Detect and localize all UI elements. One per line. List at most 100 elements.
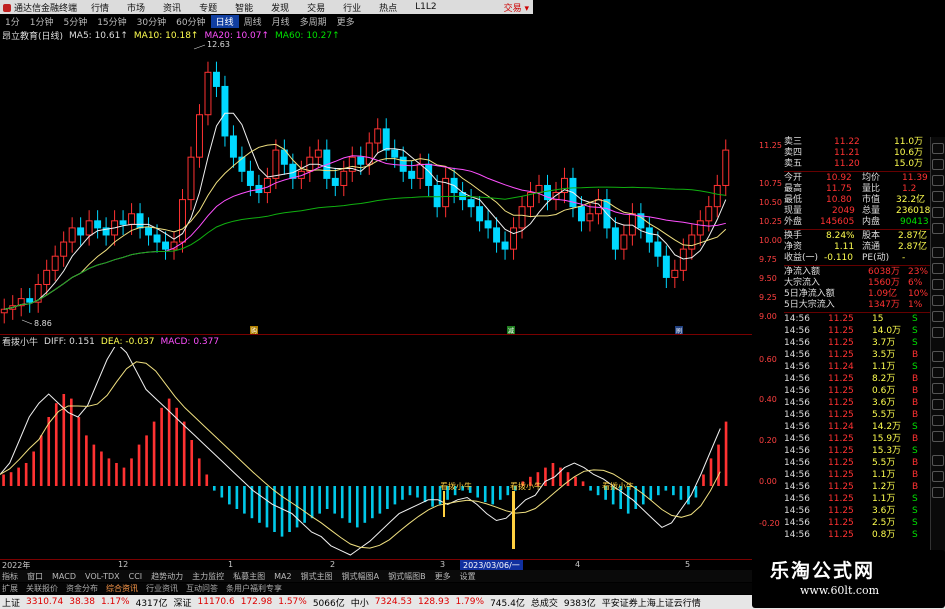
menu-item-market[interactable]: 市场 (118, 1, 154, 14)
macd-bar (363, 486, 367, 523)
candle-body (713, 184, 721, 208)
toolbar-icon[interactable] (932, 159, 944, 170)
toolbar-icon[interactable] (932, 327, 944, 338)
menu-item-industry[interactable]: 行业 (334, 1, 370, 14)
toolbar-icon[interactable] (932, 143, 944, 154)
indicator-tab[interactable]: 设置 (460, 571, 476, 582)
toolbar-icon[interactable] (932, 175, 944, 186)
macd-bar (401, 486, 404, 500)
menu-item-l1l2[interactable]: L1L2 (406, 2, 445, 12)
candle-body (662, 255, 670, 278)
macd-bar (130, 458, 133, 486)
macd-chart[interactable]: 看拨小牛 看拨小牛 看拨小牛 (0, 347, 752, 558)
candle-body (212, 71, 220, 87)
info-tab[interactable]: 互动问答 (186, 583, 218, 594)
stock-terminal-window: { "menubar":{"title":"通达信金融终端","items":[… (0, 0, 945, 609)
macd-bar (2, 474, 5, 486)
indicator-tab[interactable]: 更多 (435, 571, 451, 582)
indicator-tab[interactable]: CCI (129, 572, 143, 581)
toolbar-icon[interactable] (932, 367, 944, 378)
svg-text:刷: 刷 (676, 327, 682, 334)
period-tab-more[interactable]: 更多 (332, 15, 360, 28)
candle-body (433, 184, 441, 208)
indicator-tab[interactable]: VOL-TDX (85, 572, 120, 581)
indicator-tab[interactable]: 主力监控 (192, 571, 224, 582)
candle-body (679, 248, 687, 271)
menu-item-smart[interactable]: 智能 (226, 1, 262, 14)
indicator-tab[interactable]: 钢式幅图B (388, 571, 426, 582)
low-price-mark: 8.86 (34, 319, 52, 328)
info-tab[interactable]: 关联报价 (26, 583, 58, 594)
toolbar-icon[interactable] (932, 223, 944, 234)
menu-item-topic[interactable]: 专题 (190, 1, 226, 14)
orderbook-row: 卖三 11.22 11.0万 (784, 137, 924, 147)
indicator-tab[interactable]: 钢式幅图A (342, 571, 379, 582)
indicator-tab[interactable]: MACD (52, 572, 76, 581)
period-tab[interactable]: 60分钟 (171, 15, 210, 28)
macd-bar (303, 486, 306, 523)
candle-body (408, 170, 416, 179)
toolbar-icon[interactable] (932, 311, 944, 322)
period-tab[interactable]: 5分钟 (58, 15, 92, 28)
macd-bar (182, 421, 186, 486)
toolbar-icon[interactable] (932, 263, 944, 274)
macd-bar (506, 486, 510, 496)
menu-item-news[interactable]: 资讯 (154, 1, 190, 14)
info-tab-active[interactable]: 综合资讯 (106, 583, 138, 594)
pane-separator (0, 334, 752, 335)
period-tab[interactable]: 多周期 (295, 15, 332, 28)
period-tab[interactable]: 1分钟 (25, 15, 59, 28)
candle-body (153, 234, 161, 243)
trade-dropdown-button[interactable]: 交易 ▾ (504, 1, 533, 14)
toolbar-icon[interactable] (932, 295, 944, 306)
period-tab[interactable]: 周线 (239, 15, 267, 28)
period-tab[interactable]: 30分钟 (132, 15, 171, 28)
indicator-tab[interactable]: 钢式主图 (301, 571, 333, 582)
ma5-label: MA5: 10.61↑ (69, 30, 128, 41)
candle-body (357, 156, 365, 165)
toolbar-icon[interactable] (932, 207, 944, 218)
toolbar-icon[interactable] (932, 383, 944, 394)
toolbar-icon[interactable] (932, 455, 944, 466)
info-tab[interactable]: 行业资讯 (146, 583, 178, 594)
candle-body (696, 220, 704, 236)
macd-bar (265, 486, 269, 528)
menu-item-trade[interactable]: 交易 (298, 1, 334, 14)
toolbar-icon[interactable] (932, 399, 944, 410)
info-tab[interactable]: 扩展 (2, 583, 18, 594)
indicator-tab[interactable]: 趋势动力 (151, 571, 183, 582)
orderbook-row: 卖四 11.21 10.6万 (784, 148, 924, 158)
candle-body (645, 227, 653, 243)
macd-bar (32, 451, 35, 486)
macd-bar (566, 472, 570, 486)
indicator-tab[interactable]: 窗口 (27, 571, 43, 582)
ma20-label: MA20: 10.07↑ (204, 30, 270, 41)
period-tab[interactable]: 15分钟 (92, 15, 131, 28)
period-tab[interactable]: 1分 (0, 15, 25, 28)
toolbar-icon[interactable] (932, 351, 944, 362)
toolbar-icon[interactable] (932, 487, 944, 498)
menu-item-quote[interactable]: 行情 (82, 1, 118, 14)
candlestick-chart[interactable]: 12.63 8.86 购 减 刷 (0, 41, 752, 334)
toolbar-icon[interactable] (932, 279, 944, 290)
toolbar-icon[interactable] (932, 471, 944, 482)
info-tab[interactable]: 资金分布 (66, 583, 98, 594)
indicator-tab[interactable]: 私募主图 (233, 571, 265, 582)
macd-bar (589, 486, 592, 491)
period-tab-daily[interactable]: 日线 (210, 15, 239, 28)
toolbar-icon[interactable] (932, 431, 944, 442)
ma10-label: MA10: 10.18↑ (133, 30, 199, 41)
indicator-tab[interactable]: 指标 (2, 571, 18, 582)
indicator-tabs: 指标 窗口 MACD VOL-TDX CCI 趋势动力 主力监控 私募主图 MA… (0, 570, 752, 582)
candle-body (382, 128, 390, 151)
toolbar-icon[interactable] (932, 247, 944, 258)
period-tab[interactable]: 月线 (267, 15, 295, 28)
menu-item-discover[interactable]: 发现 (262, 1, 298, 14)
toolbar-icon[interactable] (932, 415, 944, 426)
info-tab[interactable]: 条用户福利专享 (226, 583, 282, 594)
toolbar-icon[interactable] (932, 191, 944, 202)
macd-bar (77, 417, 81, 486)
ma-legend: 昂立教育(日线) MA5: 10.61↑ MA10: 10.18↑ MA20: … (0, 30, 533, 43)
indicator-tab[interactable]: MA2 (274, 572, 291, 581)
menu-item-hot[interactable]: 热点 (370, 1, 406, 14)
